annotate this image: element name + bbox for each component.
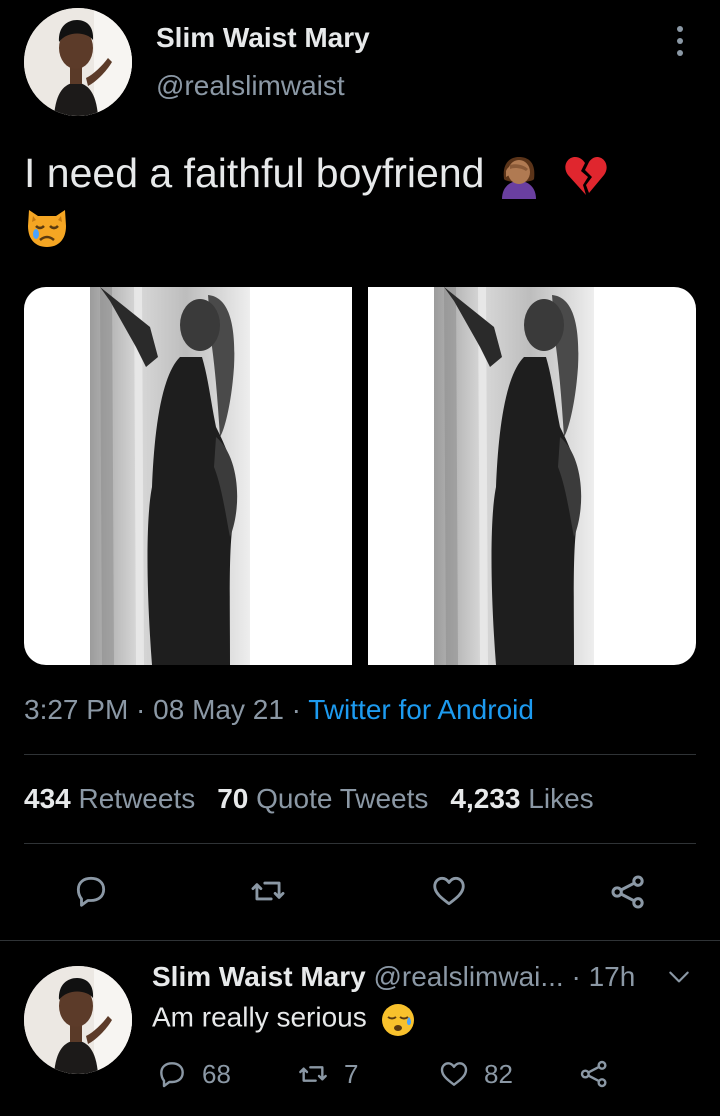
reply-icon <box>76 876 106 907</box>
like-count: 82 <box>484 1058 513 1089</box>
reply-button[interactable] <box>72 872 110 910</box>
chevron-down-icon[interactable] <box>666 966 692 988</box>
sleepy-face-emoji <box>379 1000 417 1038</box>
reply-share-button[interactable] <box>578 1058 610 1090</box>
tweet-source-link[interactable]: Twitter for Android <box>308 694 534 725</box>
reply-reply-button[interactable]: 68 <box>156 1058 231 1090</box>
like-icon <box>433 876 465 906</box>
quote-tweets-stat[interactable]: 70 Quote Tweets <box>217 783 428 814</box>
divider <box>24 843 696 844</box>
tweet-body: I need a faithful boyfriend <box>24 150 485 196</box>
share-icon <box>611 875 644 909</box>
reply-count: 68 <box>202 1058 231 1089</box>
reply-header: Slim Waist Mary @realslimwai... · 17h <box>152 961 635 993</box>
reply-body: Am really serious <box>152 1001 367 1033</box>
author-handle[interactable]: @realslimwaist <box>156 70 345 102</box>
tweet-timestamp: 3:27 PM · 08 May 21 · Twitter for Androi… <box>24 694 534 726</box>
divider <box>24 754 696 755</box>
tweet-time[interactable]: 3:27 PM · 08 May 21 · <box>24 694 308 725</box>
avatar-image <box>24 966 132 1074</box>
photo-2-image <box>434 287 594 665</box>
share-icon <box>580 1060 607 1088</box>
share-button[interactable] <box>608 872 648 912</box>
reply-retweet-button[interactable]: 7 <box>296 1058 358 1090</box>
reply-text: Am really serious <box>152 1000 417 1038</box>
reply-author-name[interactable]: Slim Waist Mary <box>152 961 366 992</box>
likes-stat[interactable]: 4,233 Likes <box>450 783 593 814</box>
broken-heart-emoji <box>563 153 609 199</box>
more-options-icon[interactable] <box>668 26 692 56</box>
author-avatar[interactable] <box>24 8 132 116</box>
divider <box>0 940 720 941</box>
tweet-stats: 434 Retweets 70 Quote Tweets 4,233 Likes <box>24 783 594 815</box>
like-button[interactable] <box>430 872 468 910</box>
like-icon <box>440 1062 468 1086</box>
reply-icon <box>160 1062 184 1088</box>
retweet-icon <box>299 1066 327 1082</box>
retweet-icon <box>251 881 285 901</box>
tweet-photo-1[interactable] <box>24 287 352 665</box>
retweet-button[interactable] <box>248 872 288 910</box>
tweet-text: I need a faithful boyfriend <box>24 148 684 250</box>
tweet-photo-2[interactable] <box>368 287 696 665</box>
author-name[interactable]: Slim Waist Mary <box>156 22 370 54</box>
crying-cat-emoji <box>24 204 70 250</box>
avatar-image <box>24 8 132 116</box>
retweets-stat[interactable]: 434 Retweets <box>24 783 195 814</box>
reply-like-button[interactable]: 82 <box>438 1058 513 1090</box>
reply-author-avatar[interactable] <box>24 966 132 1074</box>
retweet-count: 7 <box>344 1058 359 1089</box>
reply-meta: @realslimwai... · 17h <box>373 961 636 992</box>
photo-1-image <box>90 287 250 665</box>
woman-facepalming-emoji <box>496 153 542 200</box>
